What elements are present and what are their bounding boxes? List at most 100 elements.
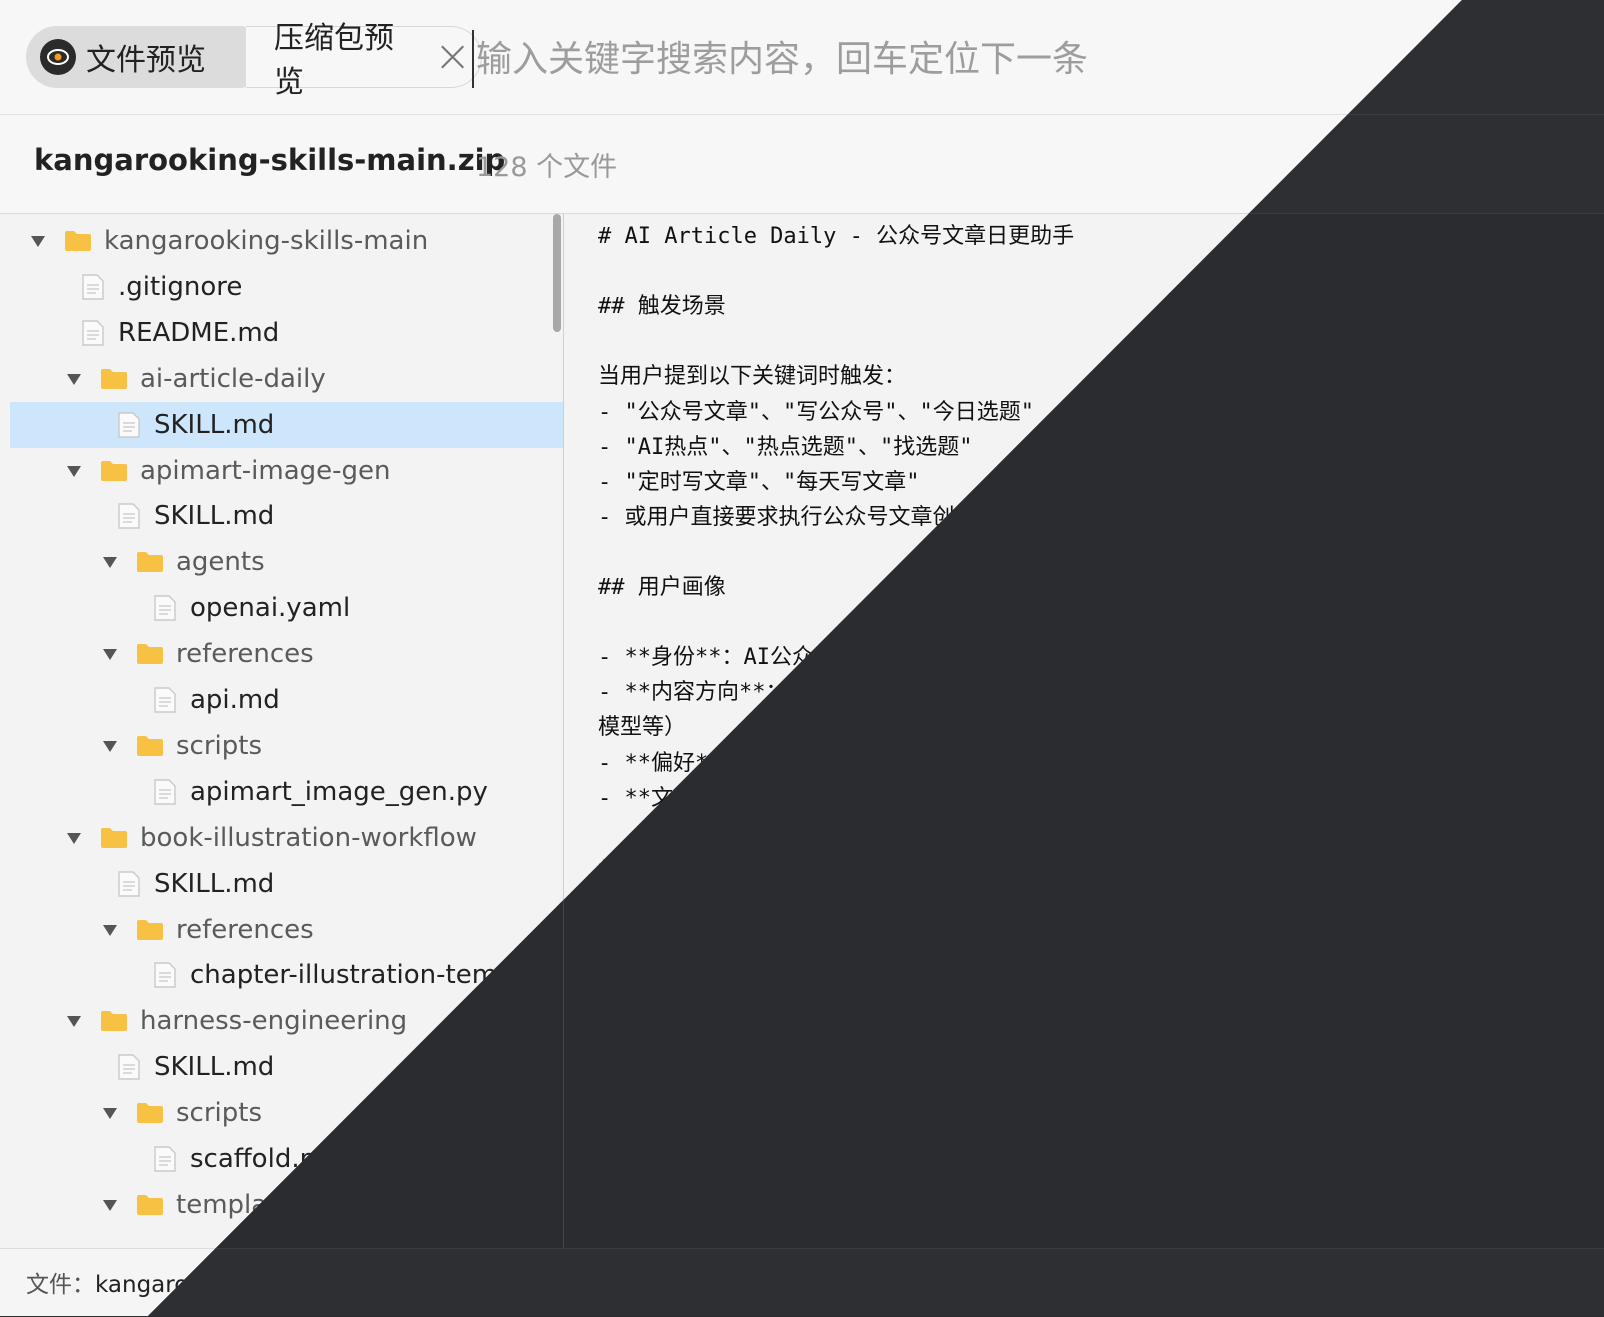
tree-folder[interactable]: references <box>10 907 563 953</box>
tree-folder[interactable]: templates <box>10 1182 563 1228</box>
tab-archive-preview[interactable]: 压缩包预览 <box>246 21 482 100</box>
tree-file[interactable]: SKILL.md <box>10 401 563 448</box>
more-menu-icon[interactable] <box>1452 34 1472 82</box>
file-content-viewer: # AI Article Daily - 公众号文章日更助手 ## 触发场景 当用户… <box>564 214 1604 1248</box>
folder-icon <box>137 552 163 573</box>
grid-icon[interactable] <box>1326 1263 1364 1301</box>
download-button[interactable] <box>1538 1259 1586 1307</box>
chevron-down-icon[interactable] <box>100 644 120 664</box>
folder-icon <box>137 919 163 940</box>
chevron-down-icon[interactable] <box>64 369 84 389</box>
file-tree: kangarooking-skills-main .gitignore README… <box>0 214 564 1248</box>
tab-archive-preview-label: 压缩包预览 <box>274 21 394 100</box>
previous-button[interactable] <box>1420 1259 1468 1307</box>
tree-folder[interactable]: scripts <box>10 723 563 769</box>
tree-file[interactable]: SKILL.md <box>10 861 563 907</box>
folder-icon <box>137 1103 163 1124</box>
tree-folder[interactable]: agents <box>10 539 563 585</box>
tree-item-label: api.md <box>190 685 280 715</box>
status-size: 359.6 KB <box>898 1259 1016 1305</box>
tree-file[interactable]: SKILL.md <box>10 493 563 539</box>
content-scrollbar[interactable] <box>1592 214 1600 314</box>
tab-file-preview[interactable]: 文件预览 <box>26 26 248 88</box>
tree-folder[interactable]: scripts <box>10 1090 563 1136</box>
content-line: 当用户提到以下关键词时触发： <box>598 364 907 390</box>
chevron-down-icon[interactable] <box>100 1195 120 1215</box>
file-icon <box>154 962 176 989</box>
close-icon[interactable] <box>438 42 467 72</box>
chevron-down-icon[interactable] <box>64 461 84 481</box>
tree-item-label: templates <box>176 1189 307 1220</box>
chevron-left-icon <box>1437 1273 1449 1293</box>
content-line: - 搜索词：`AI绘图 AI视频 AI Agent 新工具 新功能 2026` <box>598 1171 1277 1197</box>
status-path-link[interactable]: C:/Users/30788/Downloads/Compres... <box>406 1259 814 1305</box>
content-line: ### 第一步：搜索AI热点 <box>598 926 854 951</box>
theme-toggle-button[interactable] <box>1478 22 1546 90</box>
tree-item-label: .gitignore <box>118 271 243 302</box>
chevron-down-icon[interactable] <box>28 231 48 251</box>
folder-icon <box>65 231 91 251</box>
tree-item-label: SKILL.md <box>154 868 275 899</box>
top-bar: 文件预览 压缩包预览 <box>0 0 1604 115</box>
chevron-down-icon[interactable] <box>100 552 120 572</box>
file-icon <box>118 1054 140 1080</box>
tree-file[interactable]: SKILL.md <box>10 1044 563 1090</box>
tree-folder[interactable]: harness-engineering <box>10 998 563 1044</box>
tree-item-label: SKILL.md <box>154 1052 275 1083</box>
theme-dot-icon <box>1505 49 1519 63</box>
tree-item-label: references <box>176 914 314 945</box>
content-line: 1. 使用websearch搜索国内AI热点（百度、微博） <box>598 1101 1114 1127</box>
content-line: - **身份**：AI公众号博主 <box>598 645 880 671</box>
content-line: ## 触发场景 <box>598 294 726 320</box>
tree-item-label: ai-article-daily <box>140 363 326 394</box>
chevron-down-icon[interactable] <box>64 828 84 848</box>
tree-file[interactable]: api.md <box>10 677 563 723</box>
content-line: ## 完整SOP流程 <box>598 855 766 881</box>
tab-strip: 文件预览 压缩包预览 <box>26 21 482 100</box>
archive-name: kangarooking-skills-main.zip <box>34 143 506 177</box>
chevron-down-icon[interactable] <box>100 736 120 756</box>
tree-item-label: chapter-illustration-template... <box>190 960 564 991</box>
tree-folder[interactable]: kangarooking-skills-main <box>10 218 561 264</box>
content-line: 模型等） <box>598 715 687 741</box>
file-icon <box>82 274 104 300</box>
folder-icon <box>101 1011 127 1032</box>
content-line: - "定时写文章"、"每天写文章" <box>598 469 920 495</box>
file-icon <box>118 870 140 897</box>
tree-file[interactable]: apimart_image_gen.py <box>10 769 563 815</box>
tab-file-preview-label: 文件预览 <box>86 43 206 78</box>
chevron-right-icon <box>1493 1273 1505 1293</box>
tree-item-label: apimart_image_gen.py <box>190 776 488 807</box>
copy-icon[interactable] <box>844 1267 874 1297</box>
tree-file[interactable]: openai.yaml <box>10 585 563 631</box>
chevron-down-icon[interactable] <box>100 920 120 940</box>
chevron-down-icon[interactable] <box>64 1011 84 1031</box>
tree-item-label: book-illustration-workflow <box>140 822 477 853</box>
status-file: 文件：kangarooking-skills-mai... <box>26 1265 389 1299</box>
eye-icon <box>40 39 76 75</box>
download-icon <box>1553 1273 1571 1294</box>
folder-icon <box>137 1194 163 1215</box>
tree-item-label: apimart-image-gen <box>140 455 391 486</box>
chevron-down-icon[interactable] <box>100 1103 120 1123</box>
tree-file[interactable]: .gitignore <box>10 264 563 310</box>
tree-file[interactable]: scaffold.py <box>10 1136 563 1182</box>
tree-folder[interactable]: book-illustration-workflow <box>10 815 563 861</box>
content-line: - "AI热点"、"热点选题"、"找选题" <box>598 434 973 460</box>
status-line-count: 共 296 行 <box>1180 1259 1302 1305</box>
tree-item-label: scaffold.py <box>190 1144 332 1174</box>
tree-item-label: README.md <box>118 317 280 348</box>
tree-folder[interactable]: references <box>10 631 563 677</box>
archive-file-count: 128 个文件 <box>476 152 618 183</box>
folder-icon <box>137 735 163 756</box>
status-encoding: 编码：UTF-8 <box>1036 1272 1173 1298</box>
tree-file[interactable]: README.md <box>10 310 563 356</box>
tree-folder[interactable]: apimart-image-gen <box>10 448 563 494</box>
folder-icon <box>101 368 127 389</box>
search-input[interactable] <box>472 30 1378 88</box>
tree-file[interactable]: chapter-illustration-template... <box>10 952 564 998</box>
next-button[interactable] <box>1474 1259 1522 1307</box>
tree-folder[interactable]: ai-article-daily <box>10 356 563 402</box>
tree-item-label: openai.yaml <box>190 593 351 624</box>
expand-collapse-button[interactable] <box>1514 137 1570 193</box>
